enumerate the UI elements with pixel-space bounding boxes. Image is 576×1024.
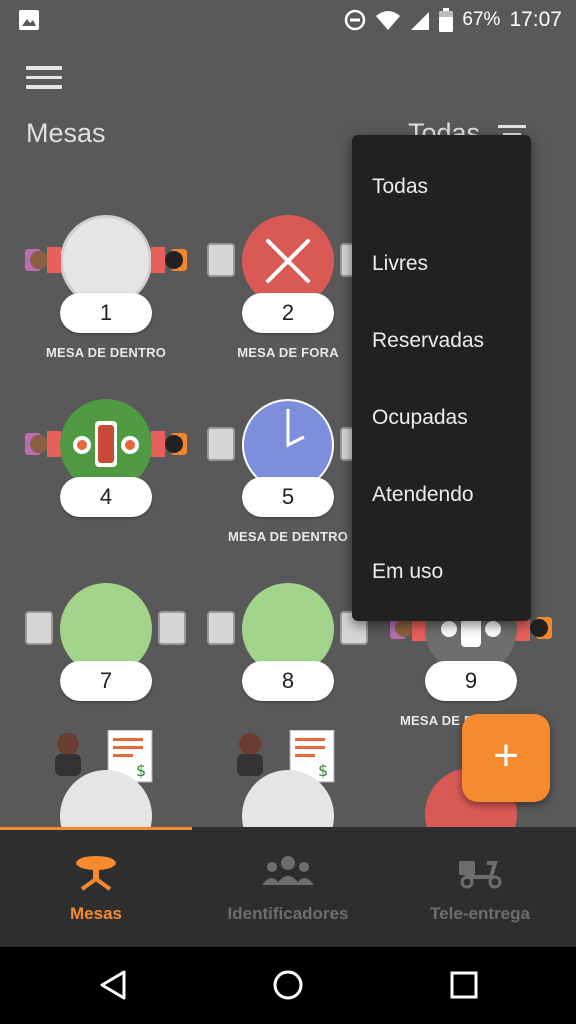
page-title: Mesas bbox=[26, 118, 106, 148]
empty-chair bbox=[25, 611, 53, 645]
table-card[interactable]: 7 bbox=[25, 583, 195, 753]
do-not-disturb-icon bbox=[345, 9, 366, 31]
wifi-icon bbox=[376, 11, 401, 30]
system-navigation-bar bbox=[0, 947, 576, 1024]
table-number: 8 bbox=[242, 661, 334, 701]
filter-option-reservadas[interactable]: Reservadas bbox=[352, 302, 531, 379]
filter-option-em-uso[interactable]: Em uso bbox=[352, 533, 531, 610]
filter-dropdown-menu: Todas Livres Reservadas Ocupadas Atenden… bbox=[352, 135, 531, 621]
empty-chair bbox=[207, 243, 235, 277]
table-number: 1 bbox=[60, 293, 152, 333]
nav-tab-tele-entrega[interactable]: Tele-entrega bbox=[384, 827, 576, 947]
table-number: 9 bbox=[425, 661, 517, 701]
bottom-navigation: Mesas Identificadores Tele-entrega bbox=[0, 827, 576, 947]
table-area-label: MESA DE DENTRO bbox=[45, 345, 167, 360]
empty-chair bbox=[207, 611, 235, 645]
gallery-notification-icon bbox=[19, 10, 39, 30]
hamburger-menu-icon[interactable] bbox=[26, 66, 62, 94]
nav-tab-mesas[interactable]: Mesas bbox=[0, 827, 192, 947]
filter-option-livres[interactable]: Livres bbox=[352, 225, 531, 302]
nav-label: Mesas bbox=[70, 904, 122, 923]
add-table-button[interactable]: + bbox=[462, 714, 550, 802]
nav-label: Tele-entrega bbox=[430, 904, 530, 923]
empty-chair bbox=[207, 427, 235, 461]
table-number: 7 bbox=[60, 661, 152, 701]
table-card[interactable]: 4 bbox=[25, 399, 195, 569]
cell-signal-icon bbox=[411, 12, 430, 30]
clock-icon bbox=[286, 409, 305, 448]
filter-option-atendendo[interactable]: Atendendo bbox=[352, 456, 531, 533]
guest-icon bbox=[25, 431, 61, 457]
table-number: 2 bbox=[242, 293, 334, 333]
home-icon[interactable] bbox=[272, 969, 304, 1001]
table-card[interactable]: 1 MESA DE DENTRO bbox=[25, 215, 195, 385]
guest-icon bbox=[151, 431, 187, 457]
battery-icon bbox=[439, 8, 454, 32]
battery-level: 67% bbox=[462, 9, 501, 30]
clock: 17:07 bbox=[509, 8, 562, 31]
back-icon[interactable] bbox=[98, 969, 128, 1001]
filter-option-ocupadas[interactable]: Ocupadas bbox=[352, 379, 531, 456]
filter-option-todas[interactable]: Todas bbox=[352, 148, 531, 225]
status-bar: 67% 17:07 bbox=[0, 0, 576, 40]
table-area-label: MESA DE DENTRO bbox=[227, 529, 349, 544]
empty-chair bbox=[158, 611, 186, 645]
svg-text:$: $ bbox=[318, 761, 328, 780]
guest-icon bbox=[151, 247, 187, 273]
guest-icon bbox=[25, 247, 61, 273]
recents-icon[interactable] bbox=[450, 969, 478, 1001]
people-group-icon bbox=[262, 856, 314, 885]
table-icon bbox=[76, 856, 116, 891]
table-area-label: MESA DE FORA bbox=[237, 345, 339, 360]
nav-label: Identificadores bbox=[227, 904, 349, 923]
table-number: 5 bbox=[242, 477, 334, 517]
table-number: 4 bbox=[60, 477, 152, 517]
delivery-scooter-icon bbox=[459, 861, 502, 889]
nav-tab-identificadores[interactable]: Identificadores bbox=[192, 827, 384, 947]
svg-text:$: $ bbox=[136, 761, 146, 780]
